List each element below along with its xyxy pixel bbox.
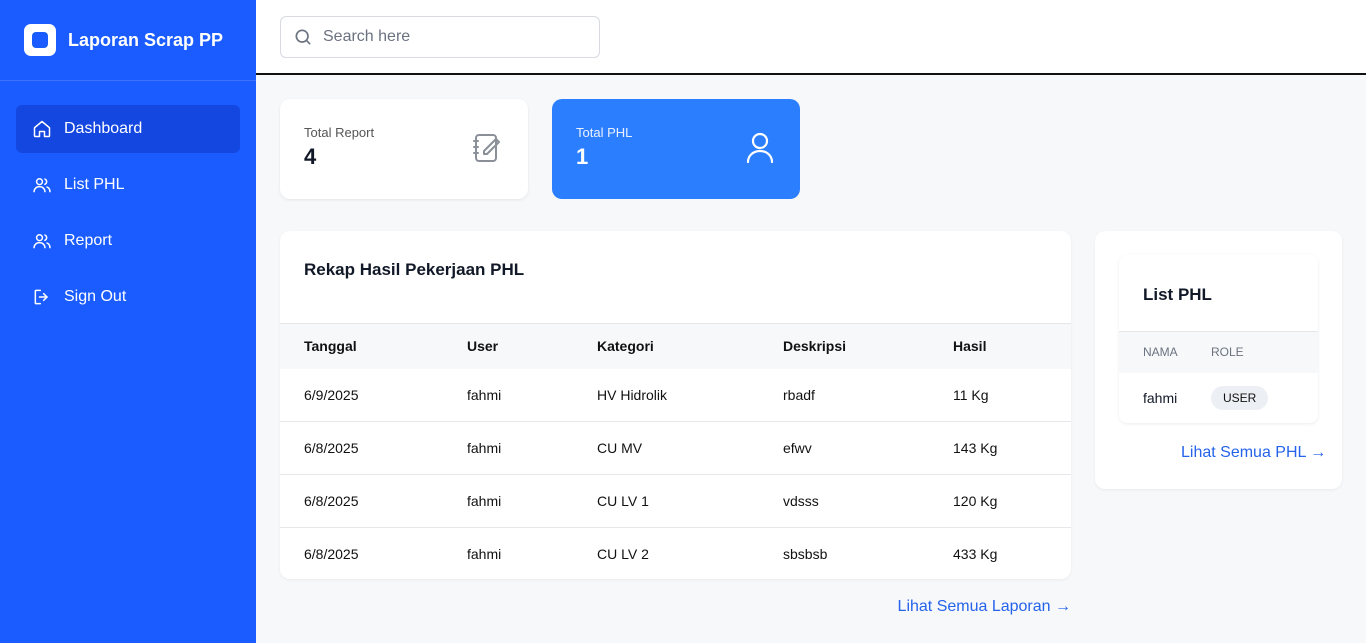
cell-hasil: 120 Kg [953, 493, 998, 509]
cell-deskripsi: rbadf [783, 386, 815, 403]
sidebar-item-dashboard[interactable]: Dashboard [16, 105, 240, 153]
cell-nama: fahmi [1143, 390, 1178, 406]
sidebar-item-label: Report [64, 232, 113, 249]
cell-kategori: CU LV 1 [597, 493, 649, 509]
report-title: Rekap Hasil Pekerjaan PHL [304, 260, 525, 279]
cell-kategori: HV Hidrolik [597, 386, 668, 403]
home-icon [33, 120, 51, 138]
cell-hasil: 11 Kg [953, 386, 989, 403]
sidebar-nav: Dashboard List PHL Report Sign Out [0, 81, 256, 353]
table-header-row: Tanggal User Kategori Deskripsi Hasil [280, 323, 1071, 369]
topbar [256, 0, 1366, 75]
cell-user: fahmi [467, 546, 502, 563]
cell-tanggal: 6/8/2025 [304, 440, 359, 456]
sidebar-item-report[interactable]: Report [16, 217, 240, 265]
see-all-reports-link[interactable]: Lihat Semua Laporan → [898, 598, 1071, 616]
sidebar-item-sign-out[interactable]: Sign Out [16, 273, 240, 321]
report-table: Tanggal User Kategori Deskripsi Hasil 6/… [280, 323, 1071, 579]
table-row: fahmi USER [1119, 373, 1318, 424]
search-input[interactable] [323, 28, 583, 46]
cell-tanggal: 6/8/2025 [304, 546, 359, 563]
report-card: Rekap Hasil Pekerjaan PHL Tanggal User K… [280, 231, 1071, 579]
column-header: ROLE [1211, 345, 1244, 360]
column-header: Hasil [953, 338, 987, 355]
phl-table: NAMA ROLE fahmi USER [1119, 331, 1318, 423]
sidebar-item-label: List PHL [64, 176, 125, 193]
column-header: User [467, 338, 499, 355]
column-header: Kategori [597, 338, 654, 355]
cell-kategori: CU MV [597, 440, 643, 456]
sidebar-item-label: Dashboard [64, 120, 143, 137]
sidebar-item-list-phl[interactable]: List PHL [16, 161, 240, 209]
cell-tanggal: 6/8/2025 [304, 493, 359, 509]
table-row: 6/8/2025 fahmi CU MV efwv 143 Kg [280, 421, 1071, 475]
cell-user: fahmi [467, 386, 502, 403]
cell-role: USER [1211, 373, 1318, 424]
sidebar: Laporan Scrap PP Dashboard List PHL Repo… [0, 0, 256, 643]
app-logo-icon [24, 24, 56, 56]
sign-out-icon [34, 289, 48, 305]
phl-title: List PHL [1143, 285, 1212, 304]
search-icon [295, 29, 311, 45]
users-icon [33, 234, 51, 249]
see-all-phl-link[interactable]: Lihat Semua PHL → [1181, 444, 1326, 462]
stat-card-total-report: Total Report 4 [280, 99, 528, 199]
cell-user: fahmi [467, 440, 502, 456]
cell-deskripsi: sbsbsb [783, 546, 828, 563]
cell-tanggal: 6/9/2025 [304, 386, 359, 403]
users-icon [33, 178, 51, 193]
table-row: 6/9/2025 fahmi HV Hidrolik rbadf 11 Kg [280, 369, 1071, 422]
table-row: 6/8/2025 fahmi CU LV 1 vdsss 120 Kg [280, 474, 1071, 528]
cell-deskripsi: vdsss [783, 493, 819, 509]
column-header: Tanggal [304, 338, 357, 355]
search-box[interactable] [280, 16, 600, 58]
cell-user: fahmi [467, 493, 502, 509]
cell-hasil: 433 Kg [953, 546, 998, 563]
table-header-row: NAMA ROLE [1119, 331, 1318, 373]
cell-deskripsi: efwv [783, 440, 812, 456]
stat-card-total-phl: Total PHL 1 [552, 99, 800, 199]
cell-hasil: 143 Kg [953, 440, 998, 456]
notebook-edit-icon [473, 134, 500, 162]
cell-kategori: CU LV 2 [597, 546, 649, 563]
phl-list-panel: List PHL NAMA ROLE fahmi USER [1119, 255, 1318, 423]
column-header: Deskripsi [783, 338, 847, 355]
column-header: NAMA [1143, 345, 1178, 360]
brand[interactable]: Laporan Scrap PP [0, 0, 256, 81]
role-badge: USER [1211, 386, 1269, 410]
user-icon [746, 132, 774, 164]
table-row: 6/8/2025 fahmi CU LV 2 sbsbsb 433 Kg [280, 527, 1071, 580]
sidebar-item-label: Sign Out [64, 288, 127, 305]
app-title: Laporan Scrap PP [68, 29, 224, 50]
